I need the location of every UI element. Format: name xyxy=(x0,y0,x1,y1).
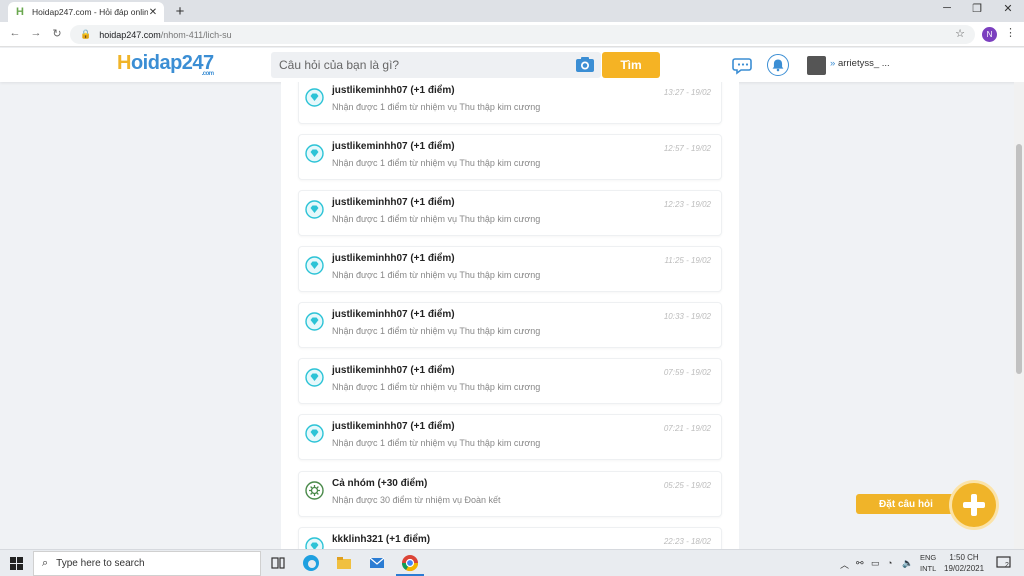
browser-tab-strip: H Hoidap247.com - Hỏi đáp online ✕ + ─ ❐… xyxy=(0,0,1024,22)
forward-icon[interactable]: → xyxy=(29,27,43,39)
browser-tab[interactable]: H Hoidap247.com - Hỏi đáp online ✕ xyxy=(8,2,164,22)
search-button[interactable]: Tìm xyxy=(602,52,660,78)
history-list: justlikeminhh07 (+1 điểm) Nhận được 1 điể… xyxy=(281,82,739,549)
history-item-title: justlikeminhh07 (+1 điểm) xyxy=(332,197,455,208)
diamond-icon xyxy=(305,537,324,549)
site-logo[interactable]: Hoidap247 .com xyxy=(117,52,214,77)
history-item-title: justlikeminhh07 (+1 điểm) xyxy=(332,141,455,152)
list-item[interactable]: justlikeminhh07 (+1 điểm) Nhận được 1 điể… xyxy=(298,134,722,180)
list-item[interactable]: justlikeminhh07 (+1 điểm) Nhận được 1 điể… xyxy=(298,414,722,460)
minimize-icon[interactable]: ─ xyxy=(932,2,962,14)
taskbar-clock[interactable]: 1:50 CH 19/02/2021 xyxy=(944,552,984,574)
username[interactable]: » arrietyss_ ... xyxy=(830,58,890,69)
search-icon: ⌕ xyxy=(42,557,49,569)
history-item-title: justlikeminhh07 (+1 điểm) xyxy=(332,309,455,320)
diamond-icon xyxy=(305,256,324,275)
diamond-icon xyxy=(305,424,324,443)
tab-title: Hoidap247.com - Hỏi đáp online xyxy=(32,7,148,17)
chevrons-icon: » xyxy=(830,58,836,69)
back-icon[interactable]: ← xyxy=(8,27,22,39)
edge-icon[interactable] xyxy=(302,554,320,572)
language-indicator[interactable]: ENG INTL xyxy=(920,552,936,574)
diamond-icon xyxy=(305,88,324,107)
file-explorer-icon[interactable] xyxy=(335,554,353,572)
search-input[interactable]: Câu hỏi của bạn là gì? xyxy=(271,52,601,78)
history-item-time: 07:59 - 19/02 xyxy=(663,368,711,377)
profile-avatar[interactable]: N xyxy=(982,27,997,42)
history-item-time: 07:21 - 19/02 xyxy=(663,424,711,433)
list-item[interactable]: Cả nhóm (+30 điểm) Nhận được 30 điểm từ n… xyxy=(298,471,722,517)
battery-icon[interactable]: ▭ xyxy=(871,558,880,569)
reload-icon[interactable]: ↻ xyxy=(50,27,64,40)
history-item-time: 11:25 - 19/02 xyxy=(664,256,711,265)
taskbar-search-input[interactable]: ⌕ Type here to search xyxy=(33,551,261,576)
page-scrollbar[interactable] xyxy=(1014,82,1024,549)
history-item-title: justlikeminhh07 (+1 điểm) xyxy=(332,421,455,432)
lock-icon: 🔒 xyxy=(80,29,92,39)
list-item[interactable]: justlikeminhh07 (+1 điểm) Nhận được 1 điể… xyxy=(298,82,722,124)
window-close-icon[interactable]: ✕ xyxy=(993,2,1023,15)
history-item-time: 12:57 - 19/02 xyxy=(663,144,711,153)
history-item-title: justlikeminhh07 (+1 điểm) xyxy=(332,365,455,376)
address-bar[interactable]: 🔒 hoidap247.com/nhom-411/lich-su ☆ xyxy=(70,25,975,44)
ask-question-button[interactable] xyxy=(952,483,996,527)
diamond-icon xyxy=(305,144,324,163)
chat-icon[interactable] xyxy=(732,54,754,76)
history-item-description: Nhận được 1 điểm từ nhiệm vụ Thu thập ki… xyxy=(332,158,541,168)
notification-icon[interactable]: 2 xyxy=(996,555,1012,571)
network-icon[interactable]: ⚯ xyxy=(856,558,864,569)
ask-question-label[interactable]: Đặt câu hỏi xyxy=(856,494,956,514)
diamond-icon xyxy=(305,312,324,331)
chrome-icon[interactable] xyxy=(401,554,419,572)
history-item-description: Nhận được 1 điểm từ nhiệm vụ Thu thập ki… xyxy=(332,382,541,392)
history-item-title: justlikeminhh07 (+1 điểm) xyxy=(332,253,455,264)
volume-icon[interactable]: 🔈 xyxy=(902,558,913,569)
history-item-title: justlikeminhh07 (+1 điểm) xyxy=(332,85,455,96)
gear-icon xyxy=(305,481,324,500)
new-tab-button[interactable]: + xyxy=(172,3,188,20)
list-item[interactable]: justlikeminhh07 (+1 điểm) Nhận được 1 điể… xyxy=(298,246,722,292)
history-item-description: Nhận được 1 điểm từ nhiệm vụ Thu thập ki… xyxy=(332,214,541,224)
bookmark-star-icon[interactable]: ☆ xyxy=(955,27,965,40)
tray-chevron-icon[interactable]: ︿ xyxy=(840,558,849,571)
list-item[interactable]: kkklinh321 (+1 điểm) 22:23 - 18/02 xyxy=(298,527,722,549)
list-item[interactable]: justlikeminhh07 (+1 điểm) Nhận được 1 điể… xyxy=(298,358,722,404)
site-favicon-icon: H xyxy=(16,6,24,18)
plus-icon xyxy=(963,494,985,516)
list-item[interactable]: justlikeminhh07 (+1 điểm) Nhận được 1 điể… xyxy=(298,302,722,348)
history-item-time: 05:25 - 19/02 xyxy=(663,481,711,490)
history-item-title: kkklinh321 (+1 điểm) xyxy=(332,534,431,545)
history-item-description: Nhận được 1 điểm từ nhiệm vụ Thu thập ki… xyxy=(332,438,541,448)
mail-icon[interactable] xyxy=(368,554,386,572)
history-item-description: Nhận được 1 điểm từ nhiệm vụ Thu thập ki… xyxy=(332,326,541,336)
wifi-icon[interactable]: ◔ xyxy=(887,558,892,568)
scrollbar-thumb[interactable] xyxy=(1016,144,1022,374)
history-item-description: Nhận được 30 điểm từ nhiệm vụ Đoàn kết xyxy=(332,495,501,505)
camera-icon[interactable] xyxy=(575,56,595,73)
history-item-time: 10:33 - 19/02 xyxy=(663,312,711,321)
history-item-description: Nhận được 1 điểm từ nhiệm vụ Thu thập ki… xyxy=(332,102,541,112)
diamond-icon xyxy=(305,200,324,219)
url-text: hoidap247.com/nhom-411/lich-su xyxy=(99,29,232,40)
tab-close-icon[interactable]: ✕ xyxy=(148,7,158,18)
avatar[interactable] xyxy=(807,56,826,75)
diamond-icon xyxy=(305,368,324,387)
windows-start-icon[interactable] xyxy=(10,557,23,570)
site-header: Hoidap247 .com Câu hỏi của bạn là gì? Tì… xyxy=(0,48,1024,82)
list-item[interactable]: justlikeminhh07 (+1 điểm) Nhận được 1 điể… xyxy=(298,190,722,236)
windows-taskbar: ⌕ Type here to search ︿ ⚯ ▭ ◔ 🔈 ENG INTL … xyxy=(0,549,1024,576)
history-item-time: 22:23 - 18/02 xyxy=(663,537,711,546)
history-item-description: Nhận được 1 điểm từ nhiệm vụ Thu thập ki… xyxy=(332,270,541,280)
restore-icon[interactable]: ❐ xyxy=(962,2,992,15)
browser-menu-icon[interactable]: ⋮ xyxy=(1005,26,1016,39)
task-view-icon[interactable] xyxy=(269,554,287,572)
bell-icon[interactable] xyxy=(767,54,789,76)
history-item-time: 12:23 - 19/02 xyxy=(663,200,711,209)
browser-toolbar: ← → ↻ 🔒 hoidap247.com/nhom-411/lich-su ☆… xyxy=(0,22,1024,47)
history-item-title: Cả nhóm (+30 điểm) xyxy=(332,478,428,489)
history-item-time: 13:27 - 19/02 xyxy=(663,88,711,97)
